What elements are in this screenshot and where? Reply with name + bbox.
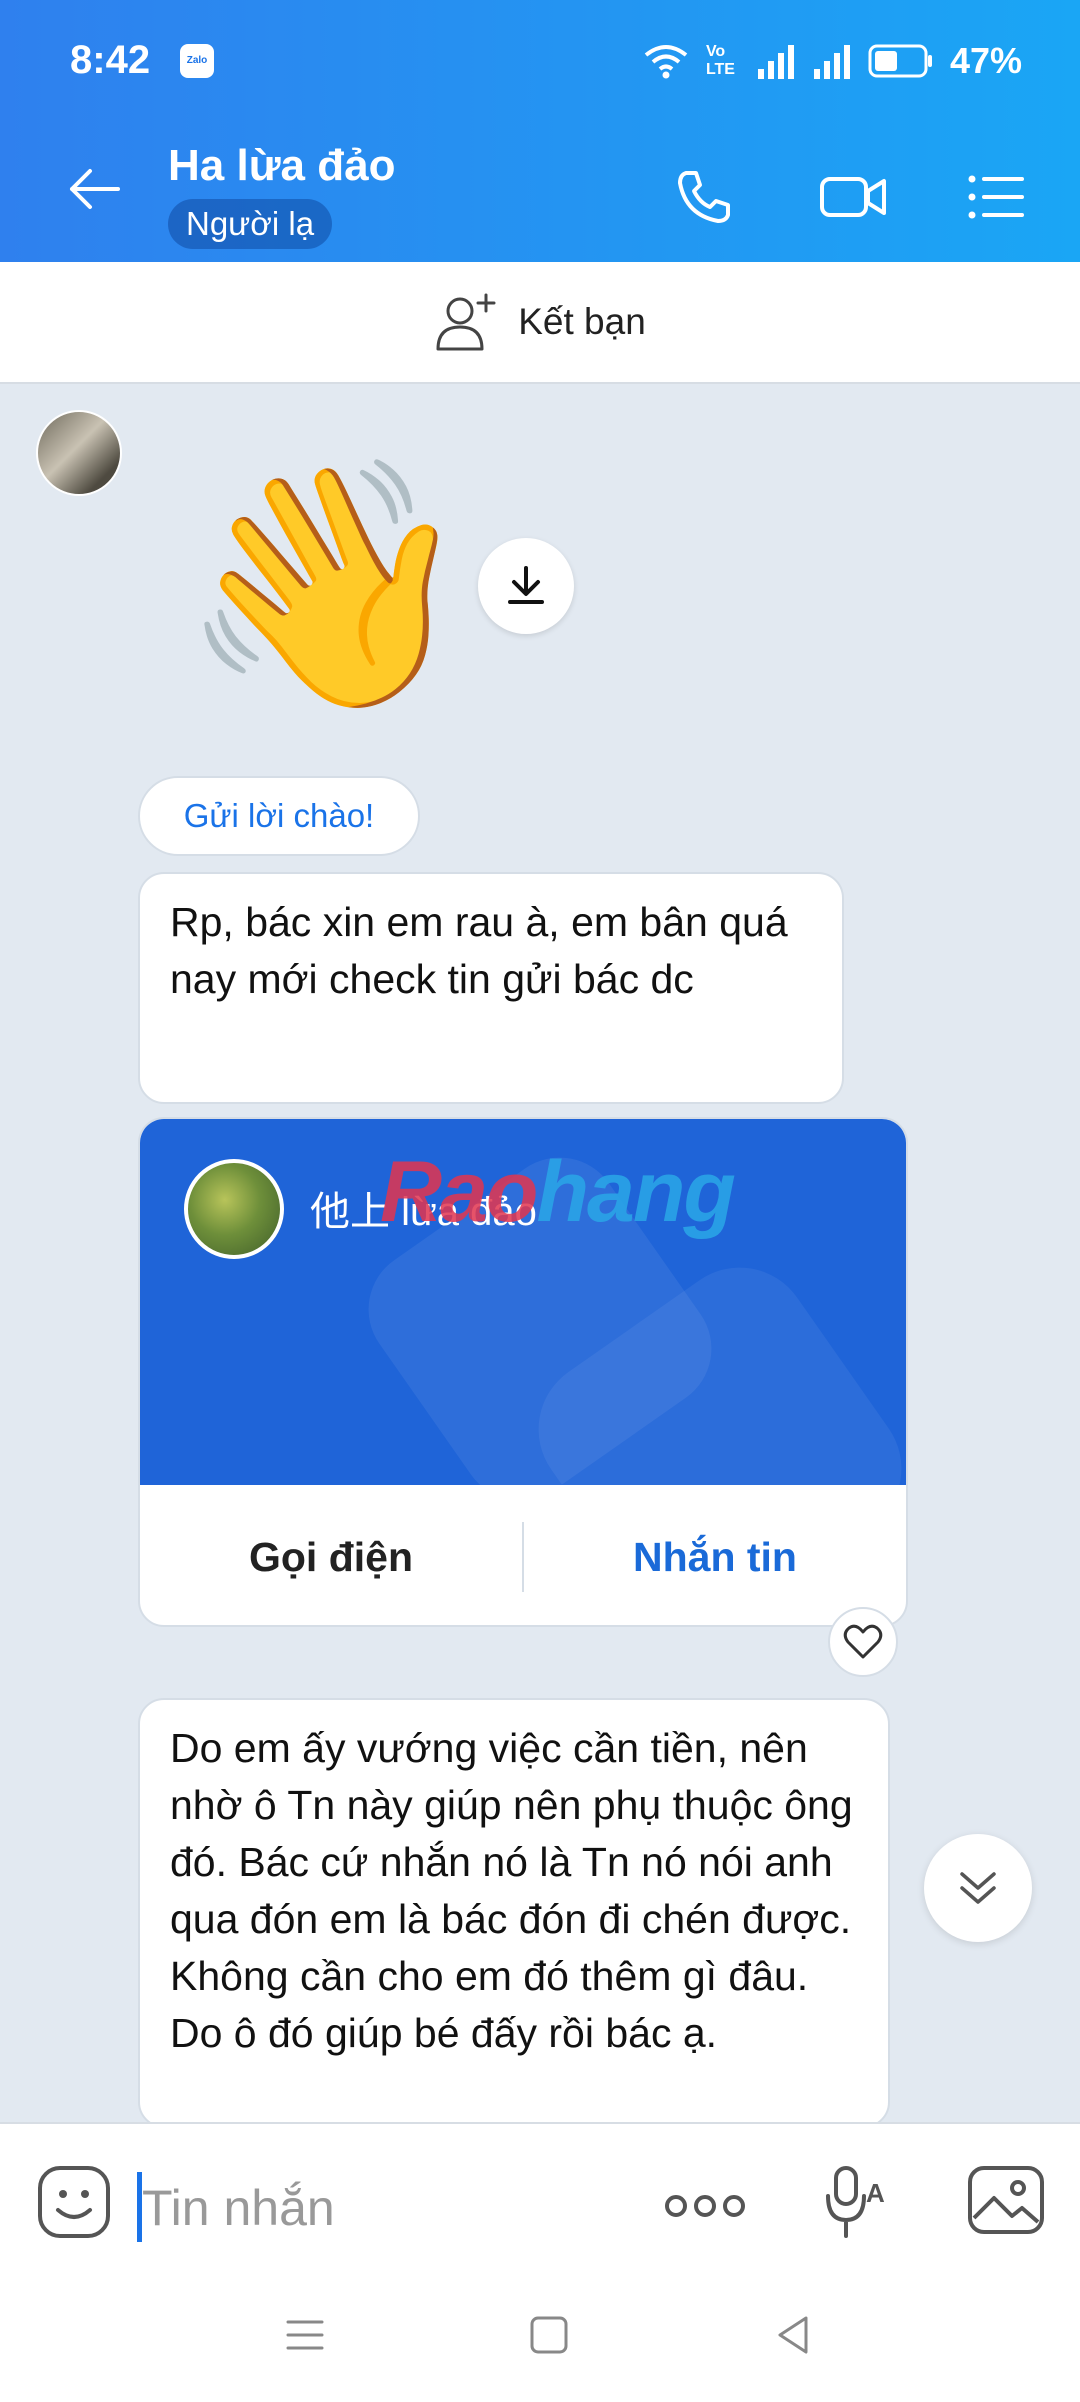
battery-percent: 47% bbox=[949, 40, 1022, 81]
watermark-part-b: hang bbox=[536, 1144, 735, 1240]
system-nav-bar bbox=[0, 2300, 1080, 2370]
emoji-icon[interactable] bbox=[36, 2164, 112, 2240]
video-camera-icon[interactable] bbox=[818, 165, 890, 229]
image-gallery-icon[interactable] bbox=[966, 2164, 1046, 2236]
add-friend-icon bbox=[436, 293, 496, 351]
watermark-part-a: Rao bbox=[380, 1144, 538, 1240]
more-dots-icon[interactable] bbox=[660, 2176, 750, 2236]
message-bubble[interactable]: Rp, bác xin em rau à, em bân quá nay mới… bbox=[138, 872, 844, 1104]
sender-avatar[interactable] bbox=[36, 410, 122, 496]
download-button[interactable] bbox=[478, 538, 574, 634]
volte-label: Vo LTE bbox=[705, 43, 735, 78]
contact-card-avatar bbox=[184, 1159, 284, 1259]
menu-list-icon[interactable] bbox=[964, 165, 1028, 229]
double-chevron-down-icon bbox=[960, 1872, 996, 1904]
wifi-icon bbox=[644, 45, 688, 79]
contact-card[interactable]: 他上 lừa đảo Raohang Gọi điện Nhắn tin bbox=[138, 1117, 908, 1627]
voice-icon[interactable]: A bbox=[822, 2164, 892, 2244]
battery-icon bbox=[868, 44, 932, 78]
status-time: 8:42 bbox=[70, 38, 151, 82]
watermark: Raohang bbox=[380, 1143, 736, 1242]
status-bar: 8:42 Zalo Vo LTE 47% bbox=[0, 28, 1080, 98]
signal-icon-1 bbox=[757, 45, 794, 79]
phone-icon[interactable] bbox=[672, 165, 736, 229]
status-icons: Vo LTE 47% bbox=[642, 36, 1022, 86]
back-arrow-icon[interactable] bbox=[62, 157, 126, 221]
send-greeting-button[interactable]: Gửi lời chào! bbox=[138, 776, 420, 856]
header-nav: Ha lừa đảo Người lạ bbox=[0, 135, 1080, 255]
zalo-notification-icon: Zalo bbox=[180, 44, 214, 78]
home-icon[interactable] bbox=[524, 2310, 574, 2360]
react-heart-button[interactable] bbox=[828, 1607, 898, 1677]
svg-text:A: A bbox=[866, 2178, 885, 2208]
message-input[interactable] bbox=[142, 2168, 622, 2248]
download-icon bbox=[508, 566, 544, 604]
contact-card-actions: Gọi điện Nhắn tin bbox=[140, 1485, 906, 1625]
scroll-to-bottom-button[interactable] bbox=[924, 1834, 1032, 1942]
add-friend-label: Kết bạn bbox=[518, 301, 646, 342]
card-call-button[interactable]: Gọi điện bbox=[140, 1534, 522, 1581]
chat-header: 8:42 Zalo Vo LTE 47% Ha lừa đảo Người lạ bbox=[0, 0, 1080, 262]
stranger-badge: Người lạ bbox=[168, 199, 333, 249]
contact-name[interactable]: Ha lừa đảo bbox=[168, 141, 395, 191]
card-message-button[interactable]: Nhắn tin bbox=[524, 1534, 906, 1581]
message-bubble[interactable]: Do em ấy vướng việc cần tiền, nên nhờ ô … bbox=[138, 1698, 890, 2128]
add-friend-bar[interactable]: Kết bạn bbox=[0, 262, 1080, 384]
waving-hand-sticker[interactable]: 👋 bbox=[178, 465, 477, 705]
contact-card-banner: 他上 lừa đảo Raohang bbox=[140, 1119, 906, 1485]
recent-apps-icon[interactable] bbox=[280, 2310, 330, 2360]
heart-icon bbox=[843, 1624, 883, 1659]
nav-back-icon[interactable] bbox=[768, 2310, 818, 2360]
signal-icon-2 bbox=[813, 45, 850, 79]
